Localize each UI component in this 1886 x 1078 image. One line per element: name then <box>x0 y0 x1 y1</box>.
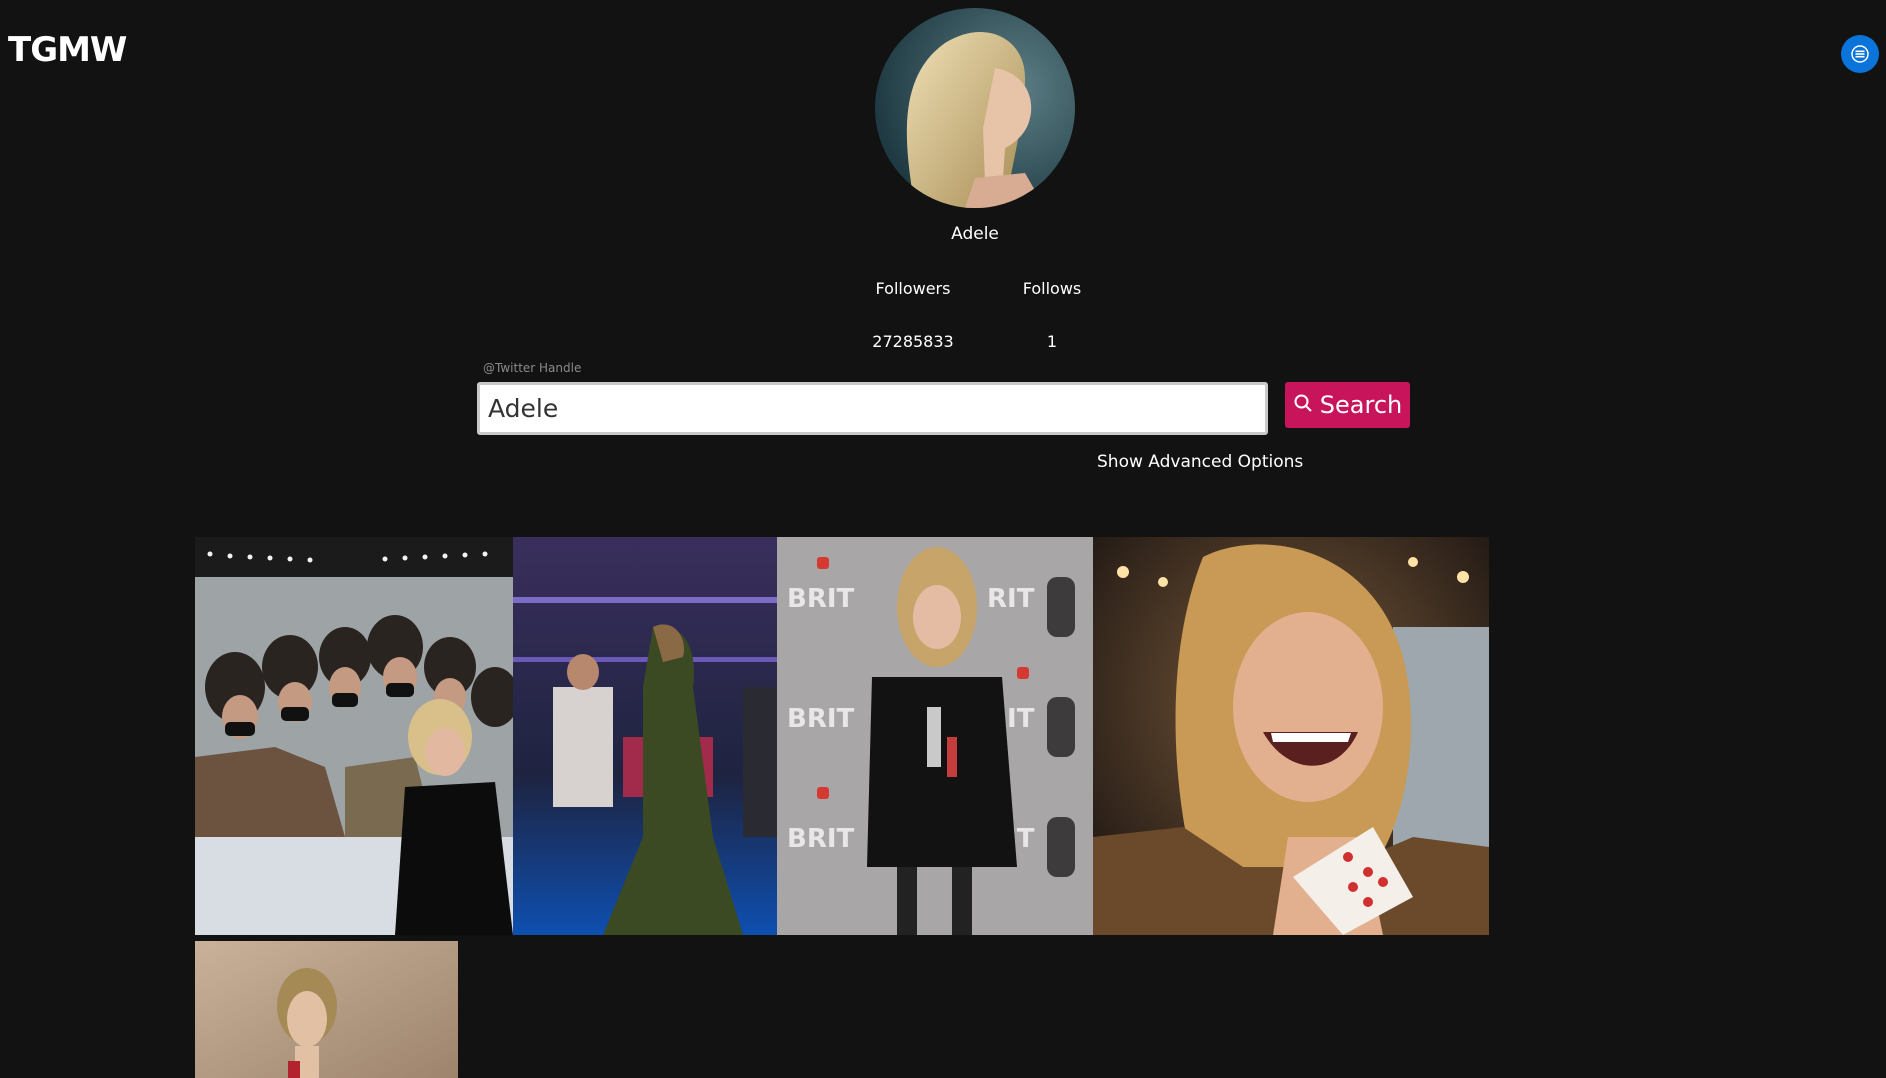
backstage-gown-photo[interactable] <box>513 537 777 935</box>
brand-logo[interactable]: TGMW <box>8 30 127 70</box>
svg-text:BRIT: BRIT <box>787 584 855 614</box>
menu-icon <box>1850 44 1870 64</box>
profile-name: Adele <box>951 224 999 244</box>
search-icon <box>1293 391 1313 419</box>
follows-count: 1 <box>1046 332 1058 351</box>
search-button-label: Search <box>1319 391 1403 419</box>
followers-count: 27285833 <box>872 332 954 351</box>
laughing-cards-photo[interactable] <box>1093 537 1489 935</box>
follows-label: Follows <box>1022 279 1082 298</box>
svg-text:RIT: RIT <box>987 584 1035 614</box>
followers-label: Followers <box>875 279 951 298</box>
svg-text:BRIT: BRIT <box>787 824 855 854</box>
show-advanced-options-link[interactable]: Show Advanced Options <box>1097 452 1303 472</box>
brit-awards-photo[interactable]: BRIT RIT BRIT RIT BRIT RIT <box>777 537 1093 935</box>
profile-avatar <box>875 8 1075 208</box>
search-field-label: @Twitter Handle <box>483 361 582 375</box>
search-input[interactable] <box>477 382 1268 435</box>
app-page: TGMW Adele Followers Follows 27285833 1 … <box>0 0 1886 1078</box>
svg-text:BRIT: BRIT <box>787 704 855 734</box>
portrait-photo[interactable] <box>195 941 458 1078</box>
search-button[interactable]: Search <box>1285 382 1410 428</box>
group-selfie-photo[interactable] <box>195 537 513 935</box>
menu-button[interactable] <box>1841 35 1879 73</box>
